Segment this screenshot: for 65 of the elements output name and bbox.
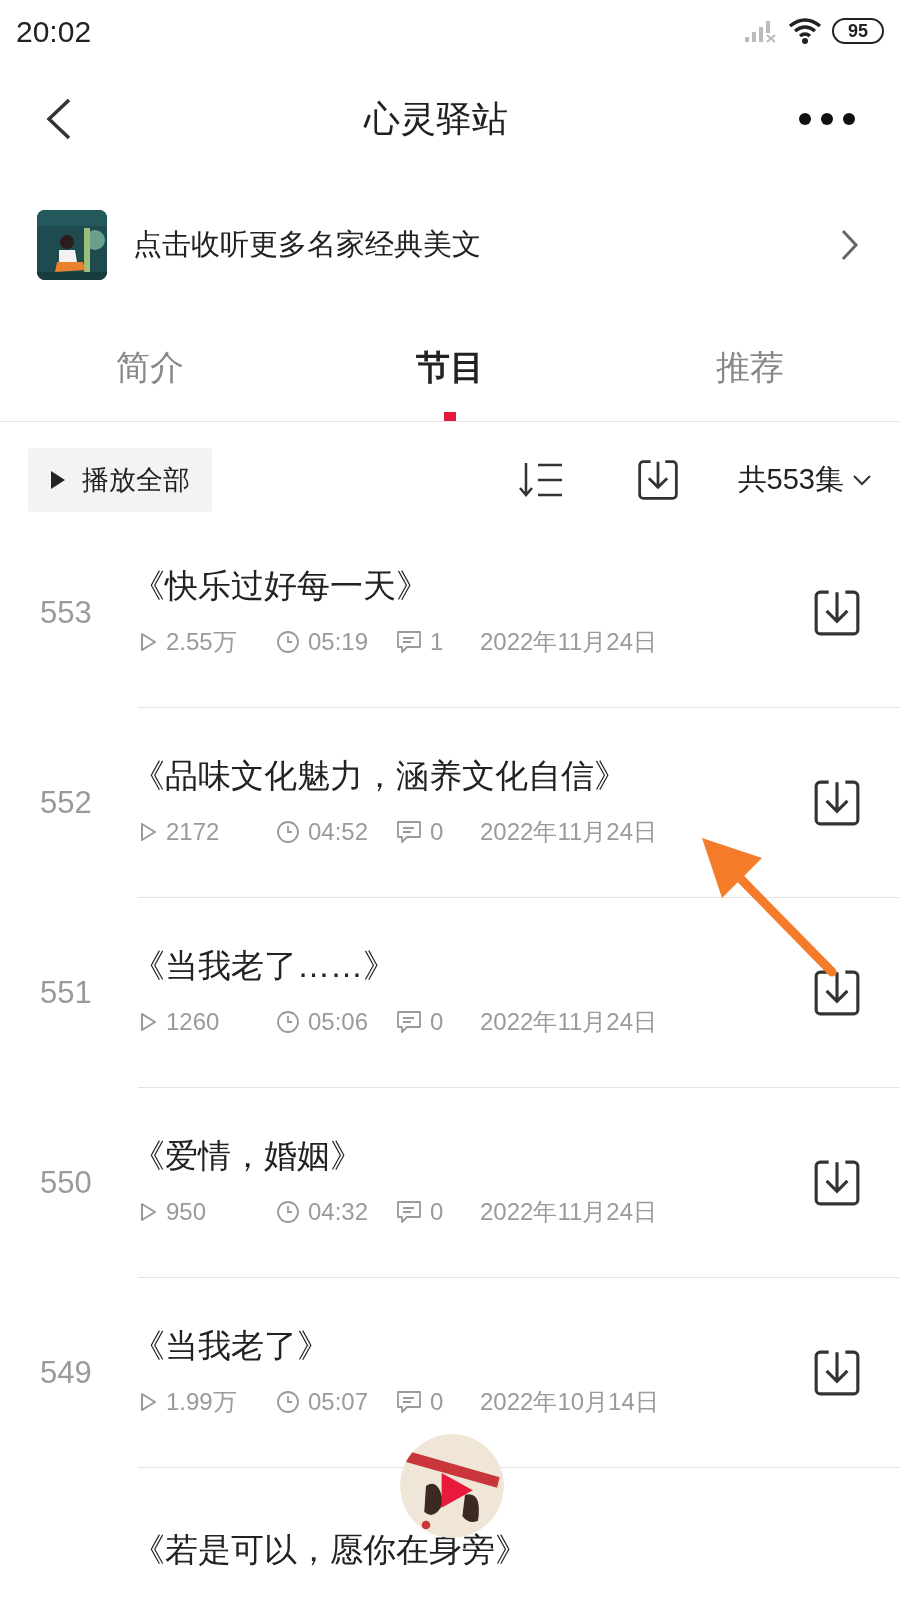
page-title: 心灵驿站: [364, 97, 508, 141]
duration: 04:52: [308, 816, 370, 847]
episode-title[interactable]: 《快乐过好每一天》: [132, 565, 812, 606]
comment-count: 0: [430, 1006, 445, 1037]
comment-icon: [396, 1008, 422, 1035]
tab[interactable]: 推荐: [600, 318, 900, 421]
play-count-icon: [138, 1390, 158, 1413]
clock-icon: [276, 819, 300, 844]
comment-icon: [396, 1388, 422, 1415]
play-count-icon: [138, 1010, 158, 1033]
play-all-button[interactable]: 播放全部: [28, 448, 212, 512]
episode-number: 550: [40, 1164, 92, 1200]
comment-icon: [396, 818, 422, 845]
publish-date: 2022年11月24日: [480, 1196, 657, 1227]
play-icon: [50, 470, 66, 490]
episode-number: 549: [40, 1354, 92, 1390]
comment-icon: [396, 1198, 422, 1225]
download-icon[interactable]: [635, 458, 680, 502]
episode-number: 551: [40, 974, 92, 1010]
episode-title[interactable]: 《当我老了……》: [132, 945, 812, 986]
episode-title[interactable]: 《爱情，婚姻》: [132, 1135, 812, 1176]
duration: 05:07: [308, 1386, 370, 1417]
more-icon[interactable]: [798, 112, 856, 126]
comment-count: 0: [430, 1386, 445, 1417]
battery-indicator: 95: [832, 18, 884, 44]
tab[interactable]: 节目: [300, 318, 600, 421]
banner-text: 点击收听更多名家经典美文: [133, 227, 482, 263]
publish-date: 2022年11月24日: [480, 816, 657, 847]
promo-banner[interactable]: 点击收听更多名家经典美文: [0, 190, 900, 300]
publish-date: 2022年11月24日: [480, 1006, 657, 1037]
status-time: 20:02: [16, 13, 92, 50]
publish-date: 2022年10月14日: [480, 1386, 659, 1417]
clock-icon: [276, 1389, 300, 1414]
play-count: 1.99万: [166, 1386, 238, 1417]
episode-number: 553: [40, 594, 92, 630]
play-count: 2.55万: [166, 626, 238, 657]
clock-icon: [276, 1199, 300, 1224]
comment-icon: [396, 628, 422, 655]
episode-count-dropdown[interactable]: 共553集: [737, 458, 872, 502]
comment-count: 0: [430, 816, 445, 847]
play-count: 950: [166, 1196, 208, 1227]
sort-icon[interactable]: [517, 461, 564, 499]
tab[interactable]: 简介: [0, 318, 300, 421]
publish-date: 2022年11月24日: [480, 626, 657, 657]
duration: 05:19: [308, 626, 370, 657]
chevron-right-icon: [840, 228, 860, 262]
clock-icon: [276, 1009, 300, 1034]
play-count: 2172: [166, 816, 221, 847]
play-count-icon: [138, 630, 158, 653]
episode-title[interactable]: 《当我老了》: [132, 1325, 812, 1366]
play-count-icon: [138, 820, 158, 843]
comment-count: 0: [430, 1196, 445, 1227]
play-count: 1260: [166, 1006, 221, 1037]
wifi-icon: [788, 17, 822, 45]
comment-count: 1: [430, 626, 445, 657]
chevron-down-icon: [852, 474, 872, 486]
play-count-icon: [138, 1200, 158, 1223]
episode-title[interactable]: 《若是可以，愿你在身旁》: [132, 1530, 900, 1570]
duration: 05:06: [308, 1006, 370, 1037]
episode-number: 552: [40, 784, 92, 820]
episode-title[interactable]: 《品味文化魅力，涵养文化自信》: [132, 755, 812, 796]
clock-icon: [276, 629, 300, 654]
duration: 04:32: [308, 1196, 370, 1227]
signal-icon: [744, 19, 778, 43]
tab-indicator: [444, 412, 456, 421]
